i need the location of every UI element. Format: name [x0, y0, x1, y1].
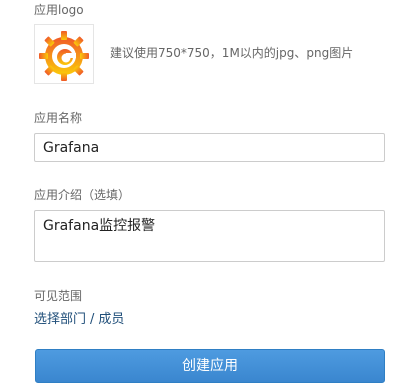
visibility-selector[interactable]: 选择部门 / 成员 [34, 312, 124, 328]
app-name-label: 应用名称 [34, 111, 83, 125]
logo-hint: 建议使用750*750，1M以内的jpg、png图片 [110, 46, 354, 60]
select-department-link[interactable]: 选择部门 [34, 312, 86, 327]
app-description-textarea[interactable]: Grafana监控报警 [34, 210, 385, 262]
logo-upload[interactable] [34, 24, 94, 84]
select-member-link[interactable]: 成员 [98, 312, 124, 327]
app-description-label: 应用介绍（选填） [34, 188, 131, 202]
app-name-input[interactable] [34, 133, 385, 162]
grafana-logo-icon [39, 31, 89, 81]
logo-label: 应用logo [34, 3, 84, 17]
create-app-button[interactable]: 创建应用 [35, 349, 385, 383]
link-separator: / [90, 312, 95, 327]
visibility-label: 可见范围 [34, 289, 83, 303]
